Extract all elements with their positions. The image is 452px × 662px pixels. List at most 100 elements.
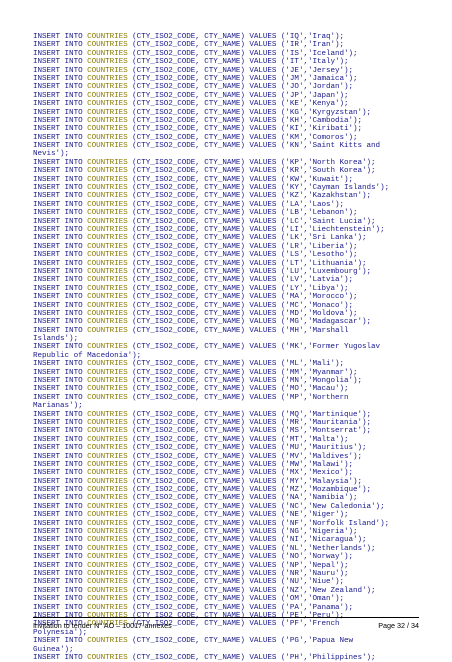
- code-values: (CTY_ISO2_CODE, CTY_NAME) VALUES ('KW','…: [127, 175, 354, 184]
- code-keyword: INSERT INTO: [33, 578, 88, 587]
- code-values: (CTY_ISO2_CODE, CTY_NAME) VALUES ('LK','…: [127, 234, 367, 243]
- code-table-name: COUNTRIES: [87, 343, 128, 352]
- code-keyword: INSERT INTO: [33, 192, 88, 201]
- code-line: INSERT INTO COUNTRIES (CTY_ISO2_CODE, CT…: [33, 201, 419, 209]
- code-table-name: COUNTRIES: [87, 519, 128, 528]
- code-table-name: COUNTRIES: [87, 167, 128, 176]
- code-values: (CTY_ISO2_CODE, CTY_NAME) VALUES ('KZ','…: [127, 192, 372, 201]
- code-table-name: COUNTRIES: [87, 91, 128, 100]
- code-table-name: COUNTRIES: [87, 284, 128, 293]
- code-table-name: COUNTRIES: [87, 276, 128, 285]
- code-keyword: INSERT INTO: [33, 494, 88, 503]
- code-keyword: INSERT INTO: [33, 418, 88, 427]
- code-values: (CTY_ISO2_CODE, CTY_NAME) VALUES ('JO','…: [127, 83, 354, 92]
- code-table-name: COUNTRIES: [87, 460, 128, 469]
- code-keyword: INSERT INTO: [33, 586, 88, 595]
- code-table-name: COUNTRIES: [87, 217, 128, 226]
- code-values: (CTY_ISO2_CODE, CTY_NAME) VALUES ('KE','…: [127, 100, 349, 109]
- code-keyword: INSERT INTO: [33, 108, 88, 117]
- code-values: (CTY_ISO2_CODE, CTY_NAME) VALUES ('JP','…: [127, 91, 349, 100]
- code-keyword: INSERT INTO: [33, 251, 88, 260]
- code-values: (CTY_ISO2_CODE, CTY_NAME) VALUES ('KR','…: [127, 167, 376, 176]
- code-keyword: INSERT INTO: [33, 49, 88, 58]
- code-keyword: INSERT INTO: [33, 544, 88, 553]
- code-table-name: COUNTRIES: [87, 125, 128, 134]
- code-line: INSERT INTO COUNTRIES (CTY_ISO2_CODE, CT…: [33, 192, 419, 200]
- code-line: INSERT INTO COUNTRIES (CTY_ISO2_CODE, CT…: [33, 453, 419, 461]
- code-line: INSERT INTO COUNTRIES (CTY_ISO2_CODE, CT…: [33, 604, 419, 612]
- code-keyword: INSERT INTO: [33, 318, 88, 327]
- code-table-name: COUNTRIES: [87, 267, 128, 276]
- page-footer: Invitation to tender N° AO – 10017-annex…: [33, 617, 419, 630]
- code-table-name: COUNTRIES: [87, 494, 128, 503]
- code-table-name: COUNTRIES: [87, 553, 128, 562]
- code-values: (CTY_ISO2_CODE, CTY_NAME) VALUES ('MV','…: [127, 452, 363, 461]
- code-line: INSERT INTO COUNTRIES (CTY_ISO2_CODE, CT…: [33, 310, 419, 318]
- code-keyword: INSERT INTO: [33, 435, 88, 444]
- code-keyword: INSERT INTO: [33, 66, 88, 75]
- code-table-name: COUNTRIES: [87, 108, 128, 117]
- code-keyword: INSERT INTO: [33, 74, 88, 83]
- code-values: (CTY_ISO2_CODE, CTY_NAME) VALUES ('MX','…: [127, 469, 354, 478]
- code-keyword: INSERT INTO: [33, 225, 88, 234]
- code-values: (CTY_ISO2_CODE, CTY_NAME) VALUES ('NR','…: [127, 570, 349, 578]
- code-table-name: COUNTRIES: [87, 66, 128, 75]
- code-table-name: COUNTRIES: [87, 133, 128, 142]
- code-line: INSERT INTO COUNTRIES (CTY_ISO2_CODE, CT…: [33, 276, 419, 284]
- code-line: INSERT INTO COUNTRIES (CTY_ISO2_CODE, CT…: [33, 67, 419, 75]
- code-keyword: INSERT INTO: [33, 242, 88, 251]
- code-line: INSERT INTO COUNTRIES (CTY_ISO2_CODE, CT…: [33, 285, 419, 293]
- code-values: (CTY_ISO2_CODE, CTY_NAME) VALUES ('MM','…: [127, 368, 358, 377]
- code-table-name: COUNTRIES: [87, 528, 128, 537]
- code-table-name: COUNTRIES: [87, 33, 128, 41]
- code-keyword: INSERT INTO: [33, 343, 88, 352]
- code-line: INSERT INTO COUNTRIES (CTY_ISO2_CODE, CT…: [33, 394, 419, 402]
- code-table-name: COUNTRIES: [87, 603, 128, 612]
- code-values: (CTY_ISO2_CODE, CTY_NAME) VALUES ('LI','…: [127, 225, 385, 234]
- code-line: INSERT INTO COUNTRIES (CTY_ISO2_CODE, CT…: [33, 58, 419, 66]
- code-values: (CTY_ISO2_CODE, CTY_NAME) VALUES ('MC','…: [127, 301, 354, 310]
- code-keyword: INSERT INTO: [33, 410, 88, 419]
- code-line: INSERT INTO COUNTRIES (CTY_ISO2_CODE, CT…: [33, 268, 419, 276]
- code-line: INSERT INTO COUNTRIES (CTY_ISO2_CODE, CT…: [33, 360, 419, 368]
- code-keyword: INSERT INTO: [33, 284, 88, 293]
- code-values: (CTY_ISO2_CODE, CTY_NAME) VALUES ('IS','…: [127, 49, 358, 58]
- code-values: (CTY_ISO2_CODE, CTY_NAME) VALUES ('MR','…: [127, 418, 372, 427]
- code-line: INSERT INTO COUNTRIES (CTY_ISO2_CODE, CT…: [33, 243, 419, 251]
- code-values: (CTY_ISO2_CODE, CTY_NAME) VALUES ('MO','…: [127, 385, 349, 394]
- code-values: (CTY_ISO2_CODE, CTY_NAME) VALUES ('KG','…: [127, 108, 372, 117]
- code-keyword: INSERT INTO: [33, 209, 88, 218]
- code-keyword: INSERT INTO: [33, 58, 88, 67]
- code-table-name: COUNTRIES: [87, 49, 128, 58]
- code-line: INSERT INTO COUNTRIES (CTY_ISO2_CODE, CT…: [33, 486, 419, 494]
- code-table-name: COUNTRIES: [87, 418, 128, 427]
- code-values: (CTY_ISO2_CODE, CTY_NAME) VALUES ('IR','…: [127, 41, 345, 50]
- code-table-name: COUNTRIES: [87, 469, 128, 478]
- code-keyword: INSERT INTO: [33, 637, 88, 646]
- code-line: INSERT INTO COUNTRIES (CTY_ISO2_CODE, CT…: [33, 92, 419, 100]
- code-table-name: COUNTRIES: [87, 452, 128, 461]
- code-line: INSERT INTO COUNTRIES (CTY_ISO2_CODE, CT…: [33, 553, 419, 561]
- code-table-name: COUNTRIES: [87, 385, 128, 394]
- footer-page-number: Page 32 / 34: [378, 621, 419, 630]
- code-keyword: Republic of Macedonia');: [33, 351, 142, 360]
- code-keyword: Nevis');: [33, 150, 70, 159]
- code-keyword: INSERT INTO: [33, 469, 88, 478]
- code-line: INSERT INTO COUNTRIES (CTY_ISO2_CODE, CT…: [33, 50, 419, 58]
- code-line: INSERT INTO COUNTRIES (CTY_ISO2_CODE, CT…: [33, 109, 419, 117]
- code-keyword: INSERT INTO: [33, 502, 88, 511]
- code-values: (CTY_ISO2_CODE, CTY_NAME) VALUES ('NI','…: [127, 536, 367, 545]
- code-values: (CTY_ISO2_CODE, CTY_NAME) VALUES ('NL','…: [127, 544, 376, 553]
- code-keyword: INSERT INTO: [33, 561, 88, 570]
- code-values: (CTY_ISO2_CODE, CTY_NAME) VALUES ('LA','…: [127, 200, 345, 209]
- code-line: INSERT INTO COUNTRIES (CTY_ISO2_CODE, CT…: [33, 528, 419, 536]
- code-line: INSERT INTO COUNTRIES (CTY_ISO2_CODE, CT…: [33, 444, 419, 452]
- code-line: INSERT INTO COUNTRIES (CTY_ISO2_CODE, CT…: [33, 75, 419, 83]
- code-line: INSERT INTO COUNTRIES (CTY_ISO2_CODE, CT…: [33, 536, 419, 544]
- code-line: INSERT INTO COUNTRIES (CTY_ISO2_CODE, CT…: [33, 125, 419, 133]
- code-keyword: INSERT INTO: [33, 116, 88, 125]
- code-values: (CTY_ISO2_CODE, CTY_NAME) VALUES ('LC','…: [127, 217, 376, 226]
- code-line: INSERT INTO COUNTRIES (CTY_ISO2_CODE, CT…: [33, 520, 419, 528]
- code-keyword: INSERT INTO: [33, 301, 88, 310]
- code-values: (CTY_ISO2_CODE, CTY_NAME) VALUES ('MZ','…: [127, 486, 372, 495]
